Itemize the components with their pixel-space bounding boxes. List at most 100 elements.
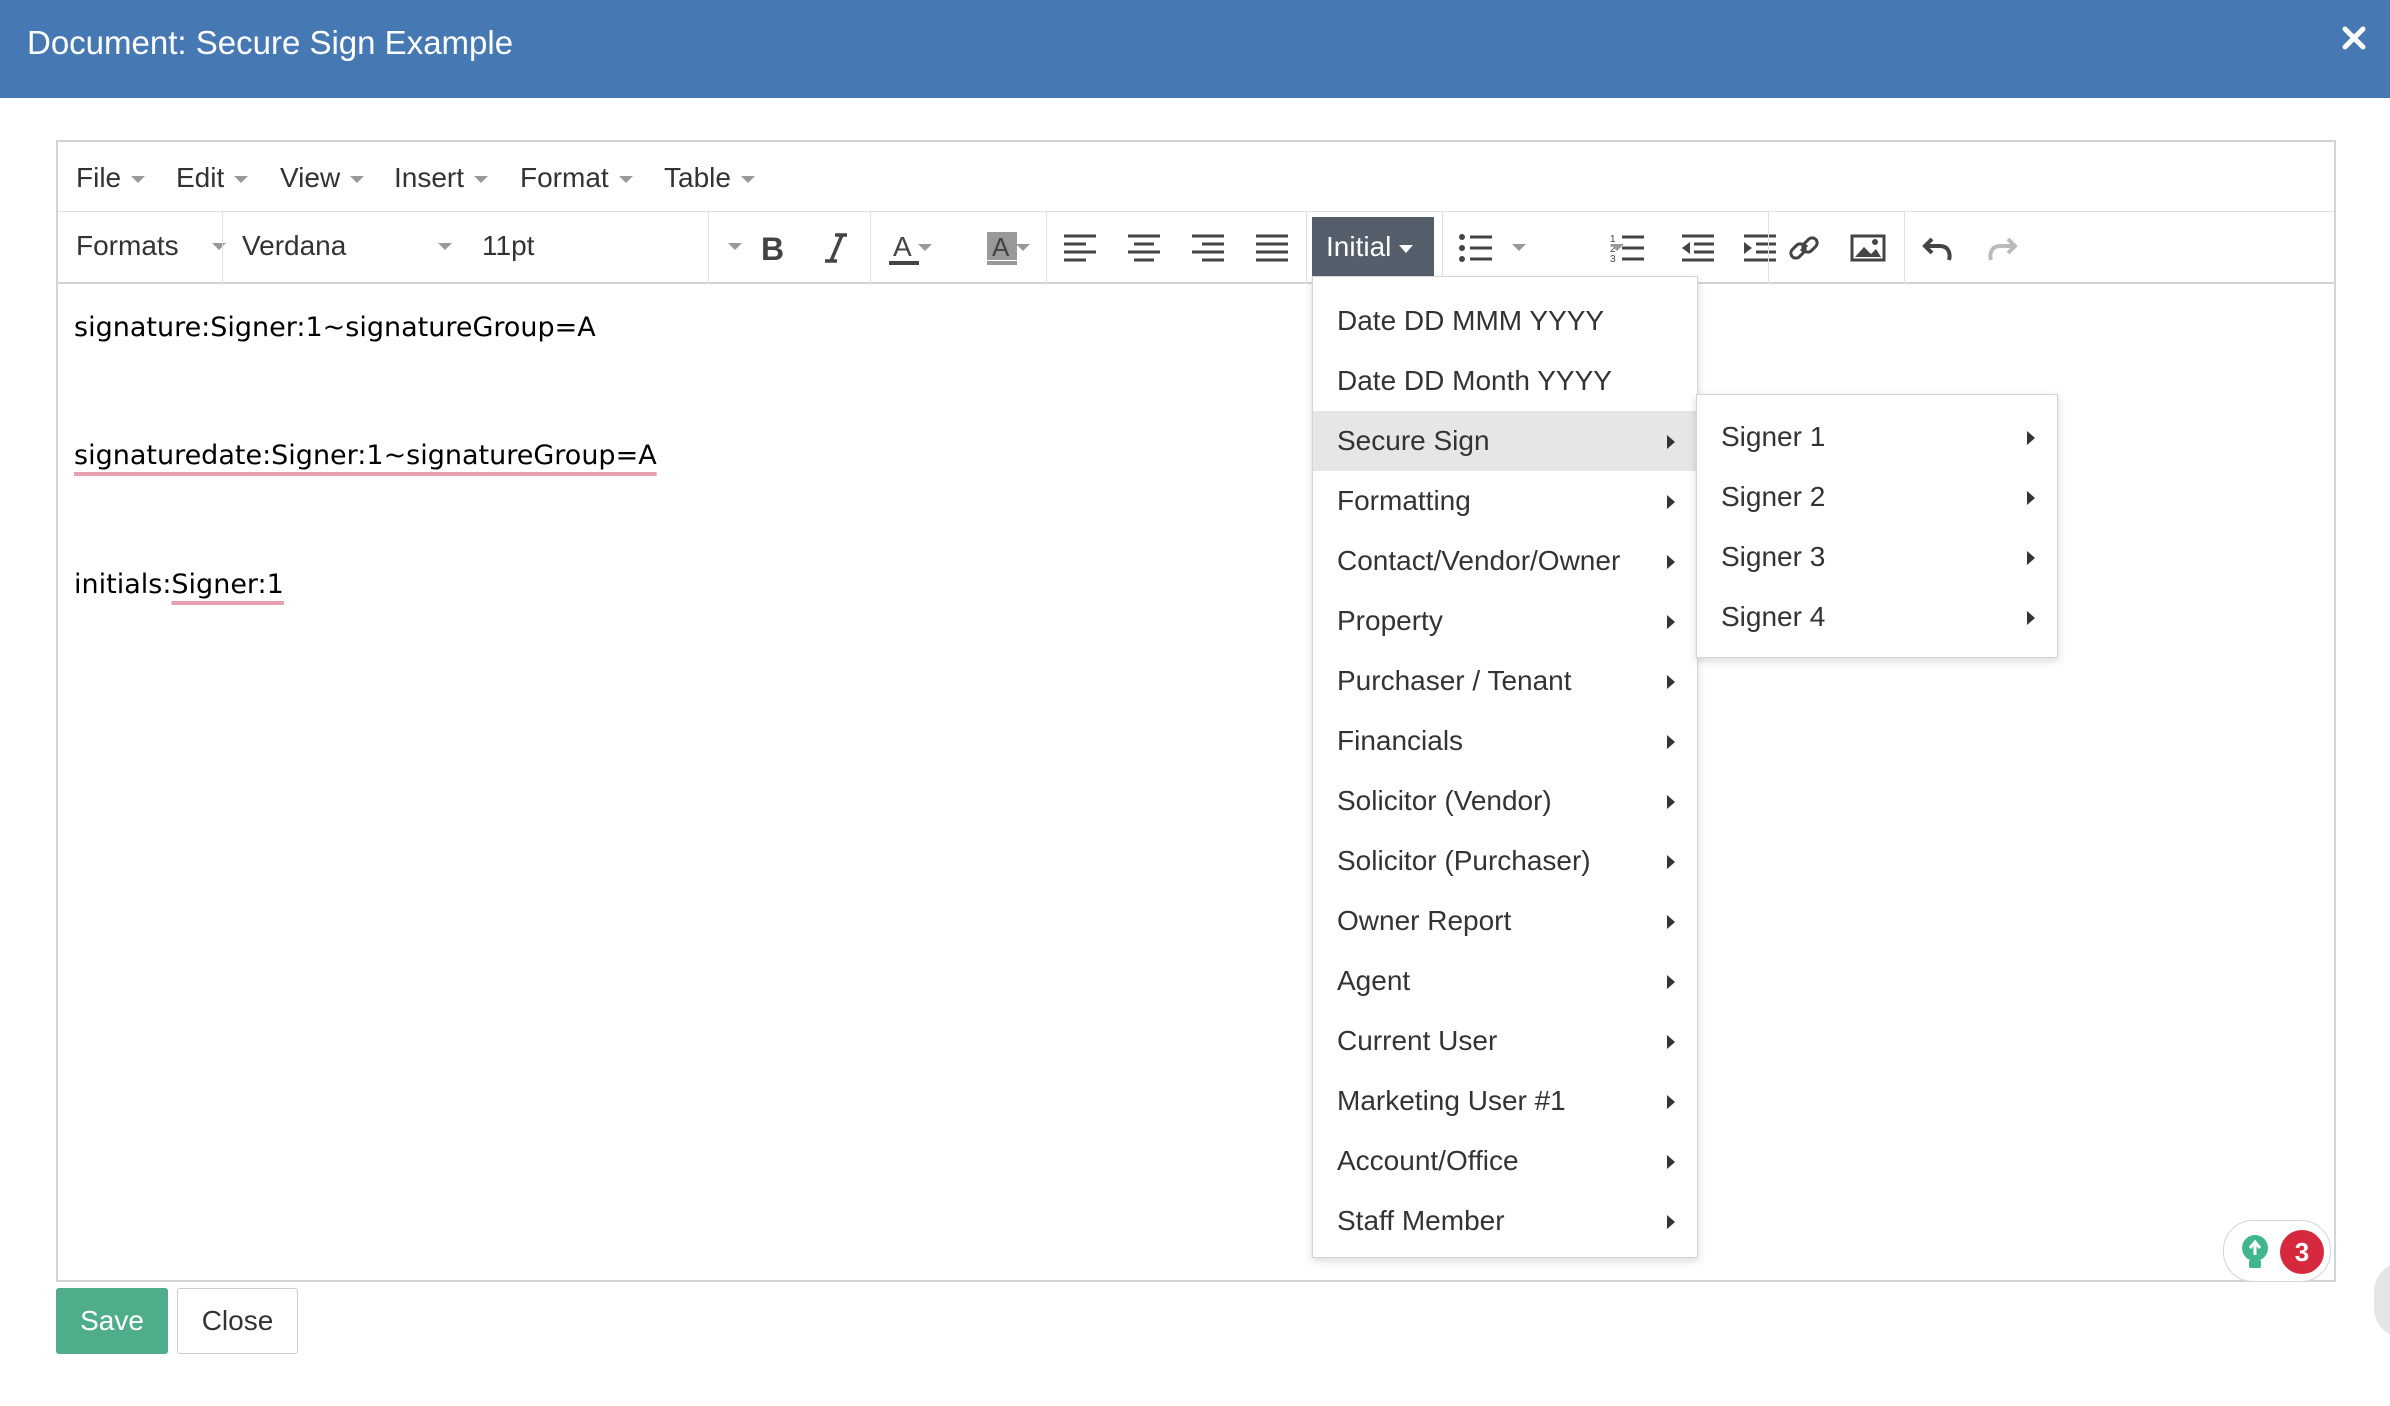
menu-view[interactable]: View [280,162,365,194]
menu-item-formatting[interactable]: Formatting [1313,471,1697,531]
chevron-down-icon [234,176,249,184]
chevron-down-icon [1399,244,1414,253]
menu-item-property[interactable]: Property [1313,591,1697,651]
svg-text:3: 3 [1610,254,1616,264]
menu-format[interactable]: Format [520,162,633,194]
submenu-item-signer-1[interactable]: Signer 1 [1697,407,2057,467]
menu-item-label: Financials [1337,725,1464,756]
chevron-down-icon [728,243,742,250]
chevron-down-icon [618,176,633,184]
numbered-list-icon[interactable]: 123 [1600,220,1656,276]
toolbar-divider [1904,212,1905,284]
text-color-dropdown[interactable] [918,244,932,251]
chevron-down-icon [740,176,755,184]
menu-item-label: Formatting [1337,485,1471,516]
numbered-list-dropdown[interactable] [1610,244,1624,251]
menu-item-agent[interactable]: Agent [1313,951,1697,1011]
chevron-down-icon [350,176,365,184]
menu-edit[interactable]: Edit [176,162,249,194]
menu-insert[interactable]: Insert [394,162,489,194]
chevron-right-icon [1667,975,1675,989]
side-handle[interactable] [2374,1262,2390,1338]
chevron-down-icon [212,243,226,250]
redo-icon[interactable] [1974,220,2030,276]
initial-dropdown-button[interactable]: Initial [1312,217,1434,277]
menu-item-contact-vendor-owner[interactable]: Contact/Vendor/Owner [1313,531,1697,591]
toolbar-divider [1046,212,1047,284]
chevron-right-icon [1667,795,1675,809]
chevron-right-icon [1667,1155,1675,1169]
menu-file[interactable]: File [76,162,146,194]
chevron-right-icon [1667,915,1675,929]
chevron-down-icon [474,176,489,184]
align-center-icon[interactable] [1116,220,1172,276]
initials-prefix: initials: [74,569,172,600]
chevron-right-icon [1667,675,1675,689]
menu-table[interactable]: Table [664,162,755,194]
menu-item-label: Current User [1337,1025,1498,1056]
align-left-icon[interactable] [1052,220,1108,276]
menu-item-current-user[interactable]: Current User [1313,1011,1697,1071]
toolbar-divider [708,212,709,284]
chevron-right-icon [2027,431,2035,445]
menu-item-label: Secure Sign [1337,425,1490,456]
chevron-down-icon [438,243,452,250]
chevron-right-icon [2027,551,2035,565]
undo-icon[interactable] [1910,220,1966,276]
align-justify-icon[interactable] [1244,220,1300,276]
menu-item-marketing-user-1[interactable]: Marketing User #1 [1313,1071,1697,1131]
menu-item-label: Marketing User #1 [1337,1085,1566,1116]
menu-item-staff-member[interactable]: Staff Member [1313,1191,1697,1251]
align-right-icon[interactable] [1180,220,1236,276]
submenu-item-label: Signer 2 [1721,481,1826,512]
toolbar-divider [870,212,871,284]
menu-item-label: Solicitor (Vendor) [1337,785,1552,816]
bold-icon[interactable]: B [744,220,800,276]
menu-item-date-dd-month-yyyy[interactable]: Date DD Month YYYY [1313,351,1697,411]
italic-icon[interactable] [808,220,864,276]
menu-item-label: Staff Member [1337,1205,1505,1236]
dialog-title: Document: Secure Sign Example [27,24,514,61]
background-color-dropdown[interactable] [1016,244,1030,251]
menu-item-solicitor-vendor[interactable]: Solicitor (Vendor) [1313,771,1697,831]
menu-item-account-office[interactable]: Account/Office [1313,1131,1697,1191]
menu-item-solicitor-purchaser[interactable]: Solicitor (Purchaser) [1313,831,1697,891]
chevron-right-icon [1667,495,1675,509]
close-button[interactable]: Close [177,1288,298,1354]
menu-item-purchaser-tenant[interactable]: Purchaser / Tenant [1313,651,1697,711]
font-family-dropdown[interactable]: Verdana [242,230,452,262]
font-size-dropdown[interactable]: 11pt [482,230,742,262]
content-line-initials: initials:Signer:1 [74,569,284,600]
formats-dropdown[interactable]: Formats [76,230,226,262]
menu-item-owner-report[interactable]: Owner Report [1313,891,1697,951]
menu-item-secure-sign[interactable]: Secure Sign [1313,411,1697,471]
initials-signer: Signer:1 [171,569,284,600]
menu-item-label: Date DD MMM YYYY [1337,305,1605,336]
image-icon[interactable] [1840,220,1896,276]
secure-sign-submenu: Signer 1 Signer 2 Signer 3 Signer 4 [1696,394,2058,658]
menu-item-label: Date DD Month YYYY [1337,365,1612,396]
submenu-item-signer-2[interactable]: Signer 2 [1697,467,2057,527]
bullet-list-icon[interactable] [1448,220,1504,276]
toolbar-divider [1442,212,1443,284]
menu-item-label: Property [1337,605,1443,636]
outdent-icon[interactable] [1670,220,1726,276]
menu-item-date-dd-mmm-yyyy[interactable]: Date DD MMM YYYY [1313,291,1697,351]
submenu-item-signer-3[interactable]: Signer 3 [1697,527,2057,587]
submenu-item-label: Signer 4 [1721,601,1826,632]
save-button[interactable]: Save [56,1288,168,1354]
initial-dropdown-menu: Date DD MMM YYYY Date DD Month YYYY Secure… [1312,276,1698,1258]
menu-item-label: Contact/Vendor/Owner [1337,545,1621,576]
close-icon[interactable] [2340,24,2368,52]
chevron-right-icon [2027,611,2035,625]
bullet-list-dropdown[interactable] [1512,244,1526,251]
chevron-right-icon [1667,615,1675,629]
chevron-right-icon [1667,435,1675,449]
lightbulb-icon [2242,1235,2268,1268]
submenu-item-signer-4[interactable]: Signer 4 [1697,587,2057,647]
help-widget[interactable]: 3 [2223,1220,2331,1282]
content-line-signature: signature:Signer:1~signatureGroup=A [74,312,596,343]
link-icon[interactable] [1776,220,1832,276]
menu-item-label: Solicitor (Purchaser) [1337,845,1591,876]
menu-item-financials[interactable]: Financials [1313,711,1697,771]
